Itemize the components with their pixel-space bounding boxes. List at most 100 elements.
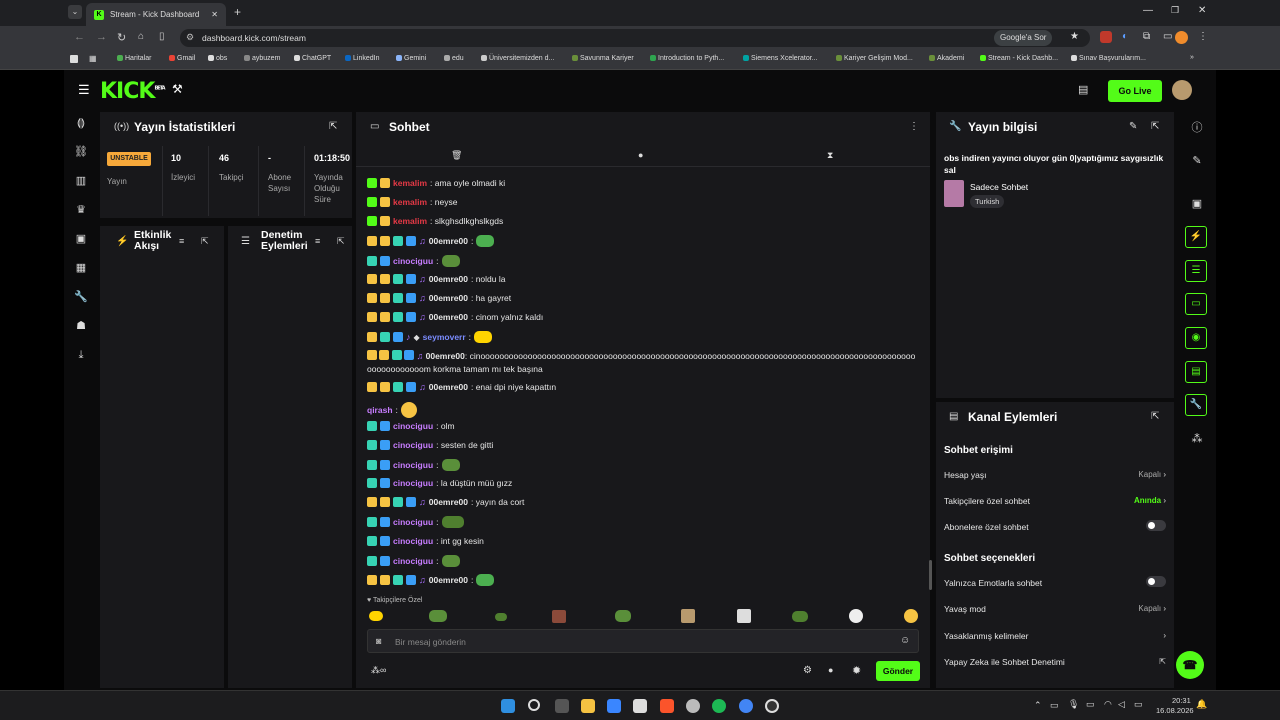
side-panel-icon[interactable]: ▯ [159, 31, 165, 42]
kick-logo[interactable]: KICKBETA [100, 79, 166, 104]
chat-username[interactable]: kemalim [393, 178, 427, 188]
bookmark-item[interactable]: LinkedIn [345, 55, 379, 62]
obs-icon[interactable] [765, 699, 779, 713]
browser-tab[interactable]: K Stream - Kick Dashboard ✕ [86, 3, 226, 26]
emote-icon[interactable] [737, 609, 751, 623]
moderation-popout-icon[interactable]: ⇱ [337, 236, 345, 247]
spotify-icon[interactable] [712, 699, 726, 713]
bookmark-star-icon[interactable]: ★ [1070, 31, 1079, 42]
more-tools-icon[interactable]: ⁂ [1190, 432, 1204, 446]
bookmark-item[interactable]: Haritalar [117, 55, 151, 62]
broadcast-widget-button[interactable]: ◉ [1185, 327, 1207, 349]
trophy-icon[interactable]: ♛ [74, 203, 88, 217]
search-icon[interactable] [528, 699, 540, 711]
forward-icon[interactable]: → [96, 31, 107, 43]
tray-app-icon[interactable]: ▭ [1050, 700, 1059, 711]
store-icon[interactable] [607, 699, 621, 713]
banned-words-row[interactable]: Yasaklanmış kelimeler › [944, 631, 1166, 641]
chat-username[interactable]: 00emre00 [429, 575, 468, 585]
bookmark-item[interactable]: Akademi [929, 55, 964, 62]
new-tab-button[interactable]: + [234, 5, 241, 19]
chat-username[interactable]: qirash [367, 405, 393, 415]
tab-list-button[interactable]: ⌄ [68, 5, 82, 19]
task-view-icon[interactable] [555, 699, 569, 713]
whiteboard-icon[interactable] [633, 699, 647, 713]
chat-username[interactable]: cinociguu [393, 536, 433, 546]
bookmark-item[interactable]: Stream - Kick Dashb... [980, 55, 1058, 62]
chat-username[interactable]: 00emre00 [429, 497, 468, 507]
bookmark-item[interactable]: Savunma Kariyer [572, 55, 634, 62]
chart-icon[interactable]: ▦ [74, 261, 88, 275]
volume-icon[interactable]: ◁ [1118, 699, 1125, 710]
chat-widget-button[interactable]: ▭ [1185, 293, 1207, 315]
emote-icon[interactable] [849, 609, 863, 623]
chat-username[interactable]: 00emre00 [429, 382, 468, 392]
help-support-button[interactable]: ☎ [1176, 651, 1204, 679]
analytics-icon[interactable]: ▥ [74, 174, 88, 188]
category-name[interactable]: Sadece Sohbet [970, 182, 1028, 192]
lightning-widget-button[interactable]: ⚡ [1185, 226, 1207, 248]
file-explorer-icon[interactable] [581, 699, 595, 713]
start-windows-icon[interactable] [501, 699, 515, 713]
chat-message-input[interactable]: ◙ Bir mesaj gönderin ☺ [367, 629, 919, 653]
hamburger-menu-icon[interactable]: ☰ [78, 82, 90, 98]
bookmark-item[interactable]: obs [208, 55, 227, 62]
extension-blue-icon[interactable]: ◐ [1122, 31, 1128, 42]
chat-username[interactable]: cinociguu [393, 440, 433, 450]
chat-username[interactable]: seymoverr [423, 332, 466, 342]
bookmark-item[interactable]: Gemini [396, 55, 426, 62]
activity-popout-icon[interactable]: ⇱ [201, 236, 209, 247]
bookmark-item[interactable]: Kariyer Gelişim Mod... [836, 55, 913, 62]
chat-username[interactable]: 00emre00 [429, 236, 468, 246]
reload-icon[interactable]: ↻ [117, 31, 126, 44]
bookmarks-overflow-icon[interactable]: » [1190, 54, 1194, 61]
site-info-icon[interactable]: ⚙ [186, 32, 194, 43]
channel-actions-popout-icon[interactable]: ⇱ [1151, 411, 1159, 422]
sidebar-toggle-icon[interactable]: ▭ [1163, 31, 1172, 42]
google-ask-chip[interactable]: Google'a Sor [994, 30, 1053, 46]
bookmark-item[interactable]: Siemens Xcelerator... [743, 55, 818, 62]
media-icon[interactable]: ▣ [1190, 197, 1204, 211]
account-age-row[interactable]: Hesap yaşı Kapalı › [944, 470, 1166, 480]
emote-icon[interactable] [792, 611, 808, 622]
list-widget-button[interactable]: ☰ [1185, 260, 1207, 282]
browser-menu-icon[interactable]: ⋮ [1198, 31, 1208, 42]
chrome-icon[interactable] [739, 699, 753, 713]
bookmark-item[interactable]: Üniversitemizden d... [481, 55, 554, 62]
go-live-button[interactable]: Go Live [1108, 80, 1162, 102]
emoji-picker-icon[interactable]: ☺ [900, 635, 910, 646]
edit-pencil-icon[interactable]: ✎ [1129, 121, 1137, 132]
channel-widget-button[interactable]: ▤ [1185, 361, 1207, 383]
emote-only-toggle[interactable] [1146, 576, 1166, 587]
followers-chat-row[interactable]: Takipçilere özel sohbet Anında › [944, 496, 1166, 506]
chat-username[interactable]: cinociguu [393, 460, 433, 470]
microphone-icon[interactable]: 🎙 [1068, 699, 1079, 710]
emote-icon[interactable] [904, 609, 918, 623]
info-icon[interactable]: ⓘ [1190, 121, 1204, 135]
hourglass-icon[interactable]: ⧗ [827, 150, 833, 161]
battery-icon[interactable]: ▭ [1134, 699, 1143, 710]
stats-popout-icon[interactable]: ⇱ [329, 121, 337, 132]
media-icon[interactable]: ▣ [74, 232, 88, 246]
wrench-widget-button[interactable]: 🔧 [1185, 394, 1207, 416]
chat-rules-icon[interactable]: ● [828, 665, 833, 675]
app-icon[interactable] [686, 699, 700, 713]
subs-chat-toggle[interactable] [1146, 520, 1166, 531]
maximize-button[interactable]: ❐ [1171, 5, 1179, 16]
chat-username[interactable]: cinociguu [393, 421, 433, 431]
close-window-button[interactable]: ✕ [1198, 5, 1206, 16]
extension-icon[interactable] [1100, 31, 1112, 43]
brave-icon[interactable] [660, 699, 674, 713]
chat-bubble-icon[interactable]: ● [638, 150, 643, 160]
tools-hammer-icon[interactable]: ⚒ [172, 82, 183, 96]
theater-mode-icon[interactable]: ▤ [1078, 83, 1088, 96]
home-icon[interactable]: ⌂ [138, 31, 144, 42]
chat-username[interactable]: cinociguu [393, 256, 433, 266]
notification-bell-icon[interactable]: 🔔 [1196, 699, 1207, 710]
extensions-puzzle-icon[interactable]: ⧉ [1143, 31, 1150, 42]
trash-icon[interactable]: 🗑 [451, 150, 462, 161]
ai-moderation-row[interactable]: Yapay Zeka ile Sohbet Denetimi ⇱ [944, 657, 1166, 667]
bookmark-item[interactable]: ChatGPT [294, 55, 331, 62]
chat-settings-icon[interactable]: ⚙ [803, 665, 812, 676]
emote-icon[interactable] [369, 611, 383, 621]
